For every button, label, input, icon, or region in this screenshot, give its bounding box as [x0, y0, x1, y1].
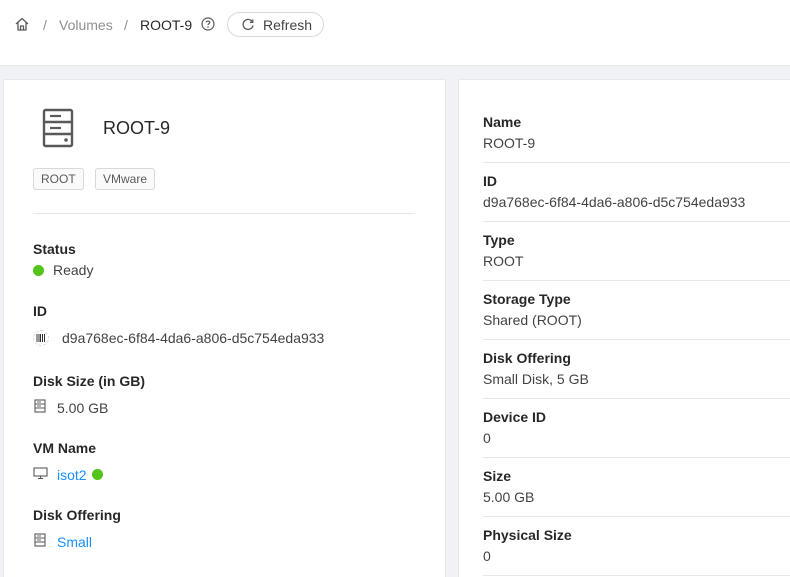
home-icon[interactable] [14, 16, 30, 35]
detail-value-size: 5.00 GB [483, 489, 535, 505]
detail-label-size: Size [483, 468, 512, 484]
detail-value-id: d9a768ec-6f84-4da6-a806-d5c754eda933 [483, 194, 746, 210]
id-value: d9a768ec-6f84-4da6-a806-d5c754eda933 [33, 330, 324, 346]
hdd-icon [39, 107, 77, 154]
detail-divider [483, 516, 790, 517]
hdd-icon [33, 399, 47, 416]
hdd-icon [33, 533, 47, 550]
detail-divider [483, 457, 790, 458]
disk-size-label: Disk Size (in GB) [33, 373, 146, 389]
detail-value-storage-type: Shared (ROOT) [483, 312, 582, 328]
status-label: Status [33, 241, 76, 257]
desktop-icon [33, 466, 48, 483]
divider [33, 213, 415, 214]
id-label: ID [33, 303, 47, 319]
breadcrumb-separator: / [124, 17, 128, 33]
detail-value-name: ROOT-9 [483, 135, 536, 151]
detail-divider [483, 398, 790, 399]
breadcrumb-separator: / [43, 17, 47, 33]
status-value: Ready [33, 262, 93, 278]
detail-value-device-id: 0 [483, 430, 491, 446]
detail-value-physical-size: 0 [483, 548, 491, 564]
vm-name-value: isot2 [33, 466, 103, 483]
status-dot [33, 264, 44, 276]
question-circle-icon[interactable] [201, 16, 215, 34]
vm-name-label: VM Name [33, 440, 97, 456]
detail-label-physical-size: Physical Size [483, 527, 572, 543]
vm-status-dot [91, 469, 103, 480]
detail-label-storage-type: Storage Type [483, 291, 571, 307]
vm-name-link[interactable]: isot2 [57, 467, 87, 483]
disk-size-text: 5.00 GB [57, 399, 109, 416]
disk-offering-label: Disk Offering [33, 507, 121, 523]
detail-value-type: ROOT [483, 253, 524, 269]
breadcrumb-volumes[interactable]: Volumes [59, 0, 113, 50]
detail-divider [483, 162, 790, 163]
tag-root: ROOT [33, 168, 84, 190]
detail-divider [483, 280, 790, 281]
breadcrumb-current: ROOT-9 [140, 17, 193, 33]
disk-size-value: 5.00 GB [33, 399, 108, 416]
resource-name: ROOT-9 [103, 118, 171, 138]
detail-label-disk-offering: Disk Offering [483, 350, 571, 366]
detail-value-disk-offering: Small Disk, 5 GB [483, 371, 589, 387]
disk-offering-value: Small [33, 533, 92, 550]
detail-label-name: Name [483, 114, 522, 130]
detail-divider [483, 575, 790, 576]
header-bar: / Volumes / ROOT-9 Refresh [0, 0, 790, 66]
tag-vmware: VMware [95, 168, 156, 190]
barcode-icon[interactable] [33, 330, 49, 346]
refresh-button[interactable]: Refresh [227, 12, 324, 37]
detail-divider [483, 339, 790, 340]
detail-label-id: ID [483, 173, 497, 189]
id-text: d9a768ec-6f84-4da6-a806-d5c754eda933 [62, 330, 325, 346]
breadcrumb-home[interactable] [14, 0, 30, 50]
status-text: Ready [53, 262, 94, 278]
detail-divider [483, 221, 790, 222]
detail-label-device-id: Device ID [483, 409, 547, 425]
reload-icon [242, 18, 254, 30]
refresh-label: Refresh [263, 16, 313, 33]
help-button[interactable] [201, 0, 215, 50]
disk-offering-link[interactable]: Small [57, 534, 92, 550]
detail-label-type: Type [483, 232, 515, 248]
